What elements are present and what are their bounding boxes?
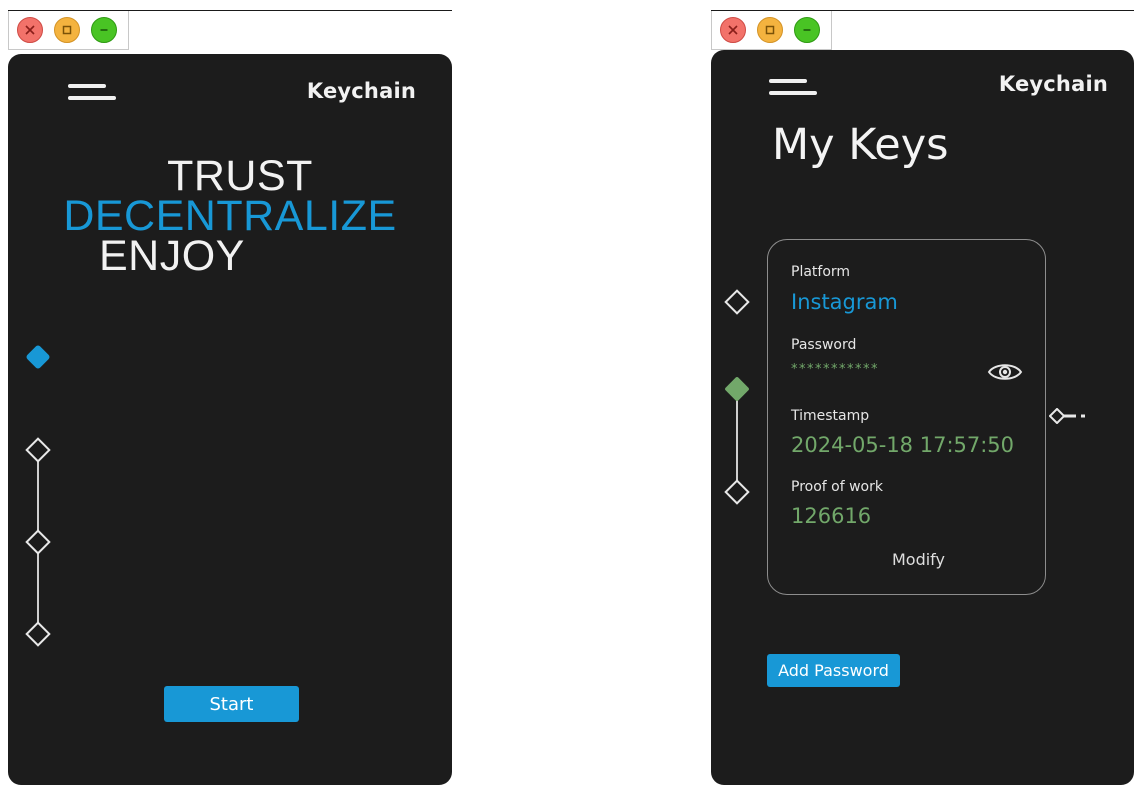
onboarding-stepper (25, 344, 51, 647)
step-4-icon[interactable] (25, 621, 51, 647)
keys-stepper (724, 289, 750, 505)
window-controls (711, 11, 832, 50)
timestamp-value: 2024-05-18 17:57:50 (791, 433, 1015, 457)
add-password-button[interactable]: Add Password (767, 654, 900, 687)
keys-window: Keychain My Keys Platform Instagram Pass… (711, 10, 1134, 785)
app-brand: Keychain (306, 79, 416, 103)
window-titlebar (711, 10, 1134, 54)
modify-button[interactable]: Modify (780, 550, 1057, 569)
password-value: *********** (791, 362, 879, 377)
proof-of-work-value: 126616 (791, 504, 872, 528)
close-icon[interactable] (17, 17, 43, 43)
minimize-icon[interactable] (794, 17, 820, 43)
hero-line-decentralize: DECENTRALIZE (63, 192, 397, 240)
step-3-icon[interactable] (25, 529, 51, 555)
step-1-icon[interactable] (724, 289, 750, 315)
timestamp-label: Timestamp (791, 408, 870, 424)
menu-icon[interactable] (769, 77, 819, 105)
step-2-icon[interactable] (724, 376, 749, 401)
start-button[interactable]: Start (164, 686, 299, 722)
step-1-icon[interactable] (25, 344, 50, 369)
platform-value: Instagram (791, 290, 898, 314)
hero-line-trust: TRUST (167, 152, 313, 200)
welcome-screen: Keychain TRUST DECENTRALIZE ENJOY Start (8, 54, 452, 785)
password-label: Password (791, 337, 857, 353)
key-card: Platform Instagram Password *********** … (767, 239, 1046, 595)
show-password-eye-icon[interactable] (987, 360, 1023, 388)
hero-text: TRUST DECENTRALIZE ENJOY (8, 152, 452, 280)
window-titlebar (8, 10, 452, 54)
menu-icon[interactable] (68, 82, 118, 110)
key-connector-icon (1048, 407, 1091, 428)
welcome-window: Keychain TRUST DECENTRALIZE ENJOY Start (8, 10, 452, 785)
app-brand: Keychain (998, 72, 1108, 96)
step-3-icon[interactable] (724, 479, 750, 505)
proof-of-work-label: Proof of work (791, 479, 883, 495)
maximize-icon[interactable] (54, 17, 80, 43)
keys-screen: Keychain My Keys Platform Instagram Pass… (711, 50, 1134, 785)
close-icon[interactable] (720, 17, 746, 43)
platform-label: Platform (791, 264, 851, 280)
hero-line-enjoy: ENJOY (99, 232, 245, 280)
window-controls (8, 11, 129, 50)
page-title: My Keys (772, 120, 949, 170)
step-2-icon[interactable] (25, 437, 51, 463)
maximize-icon[interactable] (757, 17, 783, 43)
minimize-icon[interactable] (91, 17, 117, 43)
